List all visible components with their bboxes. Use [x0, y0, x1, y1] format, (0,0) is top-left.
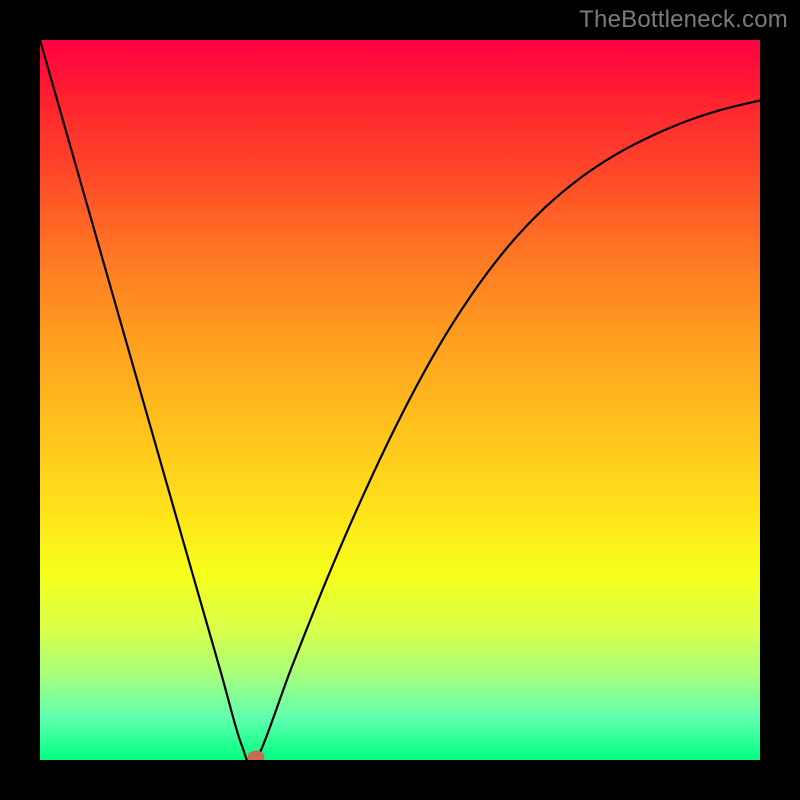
plot-area	[40, 40, 760, 760]
watermark-text: TheBottleneck.com	[579, 6, 788, 34]
chart-frame: TheBottleneck.com	[0, 0, 800, 800]
bottleneck-curve-path	[40, 40, 760, 760]
min-marker	[248, 751, 264, 760]
curve-svg	[40, 40, 760, 760]
